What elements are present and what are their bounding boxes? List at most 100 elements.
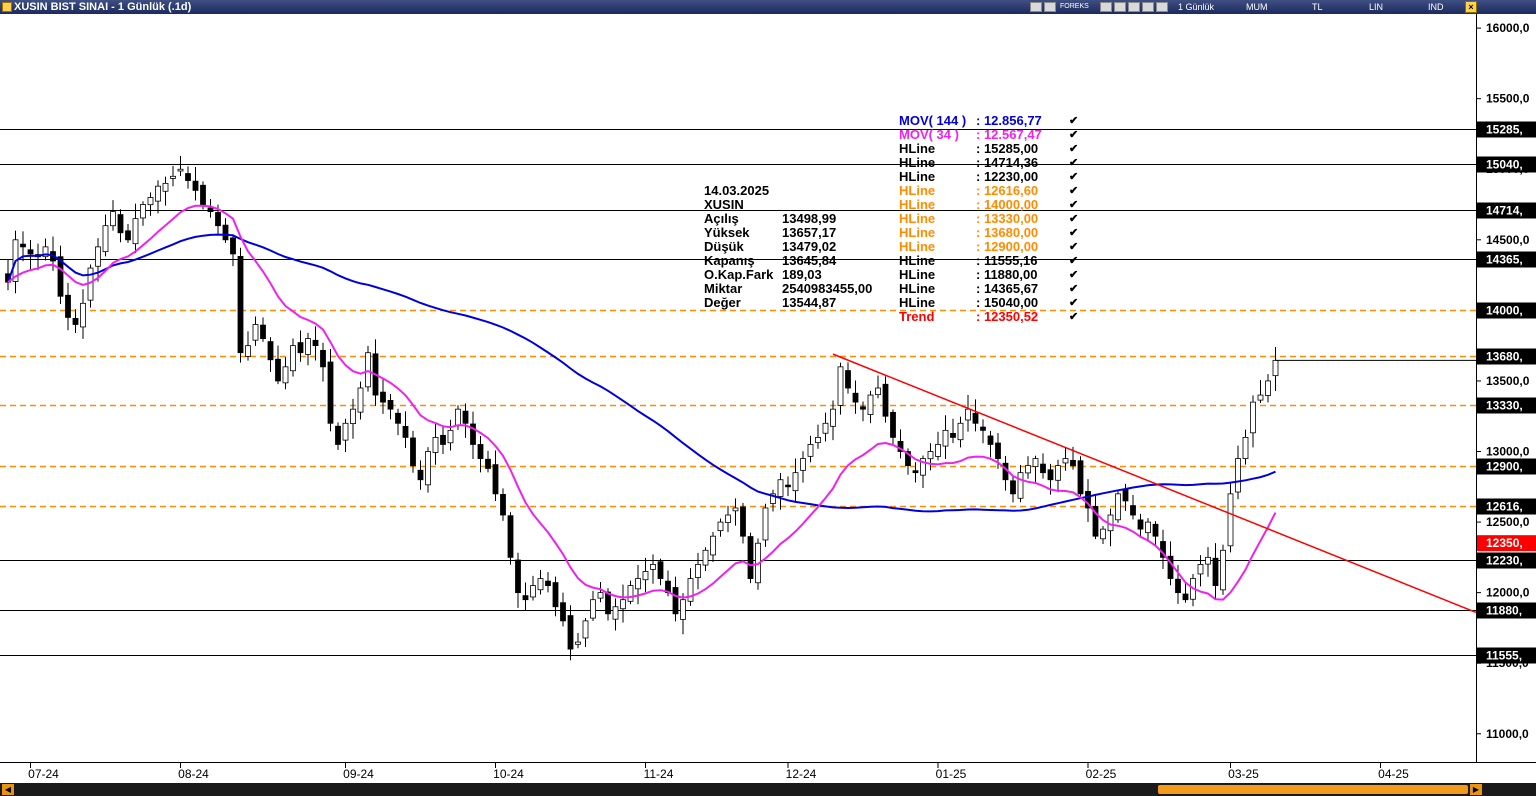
moving-average-144-line bbox=[7, 233, 1276, 513]
candle-body bbox=[545, 580, 551, 586]
candle-body bbox=[1077, 460, 1084, 495]
checkmark-icon[interactable]: ✔ bbox=[1069, 268, 1078, 282]
settings-icon[interactable] bbox=[1128, 2, 1140, 12]
chart-style-selector[interactable]: MUM bbox=[1246, 0, 1268, 14]
legend-value: : 14000,00 bbox=[976, 197, 1039, 212]
candle-body bbox=[455, 408, 461, 426]
candle-body bbox=[522, 595, 529, 601]
candle-body bbox=[1010, 480, 1016, 495]
scale-selector[interactable]: LIN bbox=[1369, 0, 1383, 14]
scrollbar-thumb[interactable] bbox=[1158, 785, 1468, 794]
candle-body bbox=[425, 451, 431, 486]
candle-body bbox=[1250, 401, 1256, 434]
candle-body bbox=[185, 173, 191, 181]
draw-icon[interactable] bbox=[1142, 2, 1154, 12]
candle-body bbox=[327, 361, 334, 424]
legend-value: : 13680,00 bbox=[976, 225, 1039, 240]
candle-body bbox=[747, 536, 754, 579]
candle-body bbox=[560, 602, 566, 622]
scroll-right-icon[interactable]: ▶ bbox=[1470, 784, 1482, 795]
candle-body bbox=[837, 366, 844, 406]
checkmark-icon[interactable]: ✔ bbox=[1069, 296, 1078, 310]
candle-body bbox=[380, 391, 386, 403]
candle-body bbox=[890, 411, 896, 438]
candle-body bbox=[702, 549, 709, 566]
candle-body bbox=[590, 599, 596, 619]
horizontal-scrollbar[interactable]: ◀ ▶ bbox=[0, 783, 1536, 796]
candle-body bbox=[290, 345, 296, 372]
candle-body bbox=[777, 479, 784, 497]
legend-value: : 12900,00 bbox=[976, 239, 1039, 254]
checkmark-icon[interactable]: ✔ bbox=[1069, 128, 1078, 142]
candle-body bbox=[995, 442, 1001, 459]
candle-body bbox=[1040, 463, 1046, 474]
candle-body bbox=[1145, 521, 1151, 534]
candle-body bbox=[845, 370, 851, 389]
hline-label: 12900, bbox=[1486, 460, 1523, 474]
hline-label: 14714, bbox=[1486, 204, 1523, 218]
period-selector[interactable]: 1 Günlük bbox=[1178, 0, 1214, 14]
candle-body bbox=[740, 506, 746, 537]
candle-body bbox=[432, 436, 439, 453]
legend-name: HLine bbox=[899, 155, 936, 170]
x-tick-label: 11-24 bbox=[644, 767, 674, 781]
candle-body bbox=[612, 606, 619, 620]
checkmark-icon[interactable]: ✔ bbox=[1069, 240, 1078, 254]
refresh-icon[interactable] bbox=[1044, 2, 1056, 12]
checkmark-icon[interactable]: ✔ bbox=[1069, 282, 1078, 296]
info-date: 14.03.2025 bbox=[704, 183, 770, 198]
candle-body bbox=[402, 426, 409, 438]
candle-body bbox=[312, 339, 319, 347]
x-tick-label: 03-25 bbox=[1228, 767, 1259, 781]
legend-value: : 14365,67 bbox=[976, 281, 1039, 296]
candle-body bbox=[687, 578, 694, 602]
checkmark-icon[interactable]: ✔ bbox=[1069, 226, 1078, 240]
checkmark-icon[interactable]: ✔ bbox=[1069, 114, 1078, 128]
legend-name: HLine bbox=[899, 267, 936, 282]
currency-selector[interactable]: TL bbox=[1312, 0, 1323, 14]
candle-body bbox=[72, 318, 79, 325]
candle-body bbox=[567, 615, 574, 650]
candle-body bbox=[1265, 380, 1271, 396]
zoom-in-icon[interactable] bbox=[1100, 2, 1112, 12]
candle-body bbox=[387, 399, 394, 410]
close-icon[interactable]: × bbox=[1465, 1, 1477, 13]
candle-body bbox=[830, 408, 836, 427]
candle-body bbox=[695, 564, 701, 578]
checkmark-icon[interactable]: ✔ bbox=[1069, 156, 1078, 170]
checkmark-icon[interactable]: ✔ bbox=[1069, 170, 1078, 184]
zoom-out-icon[interactable] bbox=[1114, 2, 1126, 12]
candle-body bbox=[815, 436, 821, 444]
print-icon[interactable] bbox=[1156, 2, 1168, 12]
checkmark-icon[interactable]: ✔ bbox=[1069, 310, 1078, 324]
scroll-left-icon[interactable]: ◀ bbox=[2, 784, 14, 795]
candle-body bbox=[942, 429, 949, 447]
candle-body bbox=[822, 422, 829, 434]
checkmark-icon[interactable]: ✔ bbox=[1069, 212, 1078, 226]
y-tick-label: 13000,0 bbox=[1486, 445, 1530, 459]
candle-body bbox=[1025, 465, 1031, 474]
legend-name: HLine bbox=[899, 225, 936, 240]
candle-body bbox=[1115, 493, 1121, 521]
checkmark-icon[interactable]: ✔ bbox=[1069, 142, 1078, 156]
candle-body bbox=[1182, 593, 1189, 601]
checkmark-icon[interactable]: ✔ bbox=[1069, 184, 1078, 198]
y-tick-label: 11000,0 bbox=[1486, 727, 1529, 741]
candle-body bbox=[1055, 465, 1061, 481]
price-chart[interactable]: 16000,015500,015000,014500,014000,013500… bbox=[0, 14, 1536, 783]
checkmark-icon[interactable]: ✔ bbox=[1069, 198, 1078, 212]
candle-body bbox=[1122, 489, 1129, 502]
chart-type-icon[interactable] bbox=[1030, 2, 1042, 12]
candle-body bbox=[935, 444, 941, 457]
checkmark-icon[interactable]: ✔ bbox=[1069, 254, 1078, 268]
candle-body bbox=[110, 211, 116, 227]
candle-body bbox=[252, 324, 259, 341]
candle-body bbox=[965, 408, 971, 421]
mode-selector[interactable]: IND bbox=[1428, 0, 1444, 14]
candle-body bbox=[912, 470, 919, 474]
x-tick-label: 01-25 bbox=[936, 767, 967, 781]
candle-body bbox=[1212, 557, 1219, 586]
hline-label: 12616, bbox=[1486, 500, 1523, 514]
broker-label[interactable]: FOREKS bbox=[1060, 0, 1089, 14]
y-tick-label: 14500,0 bbox=[1486, 233, 1530, 247]
